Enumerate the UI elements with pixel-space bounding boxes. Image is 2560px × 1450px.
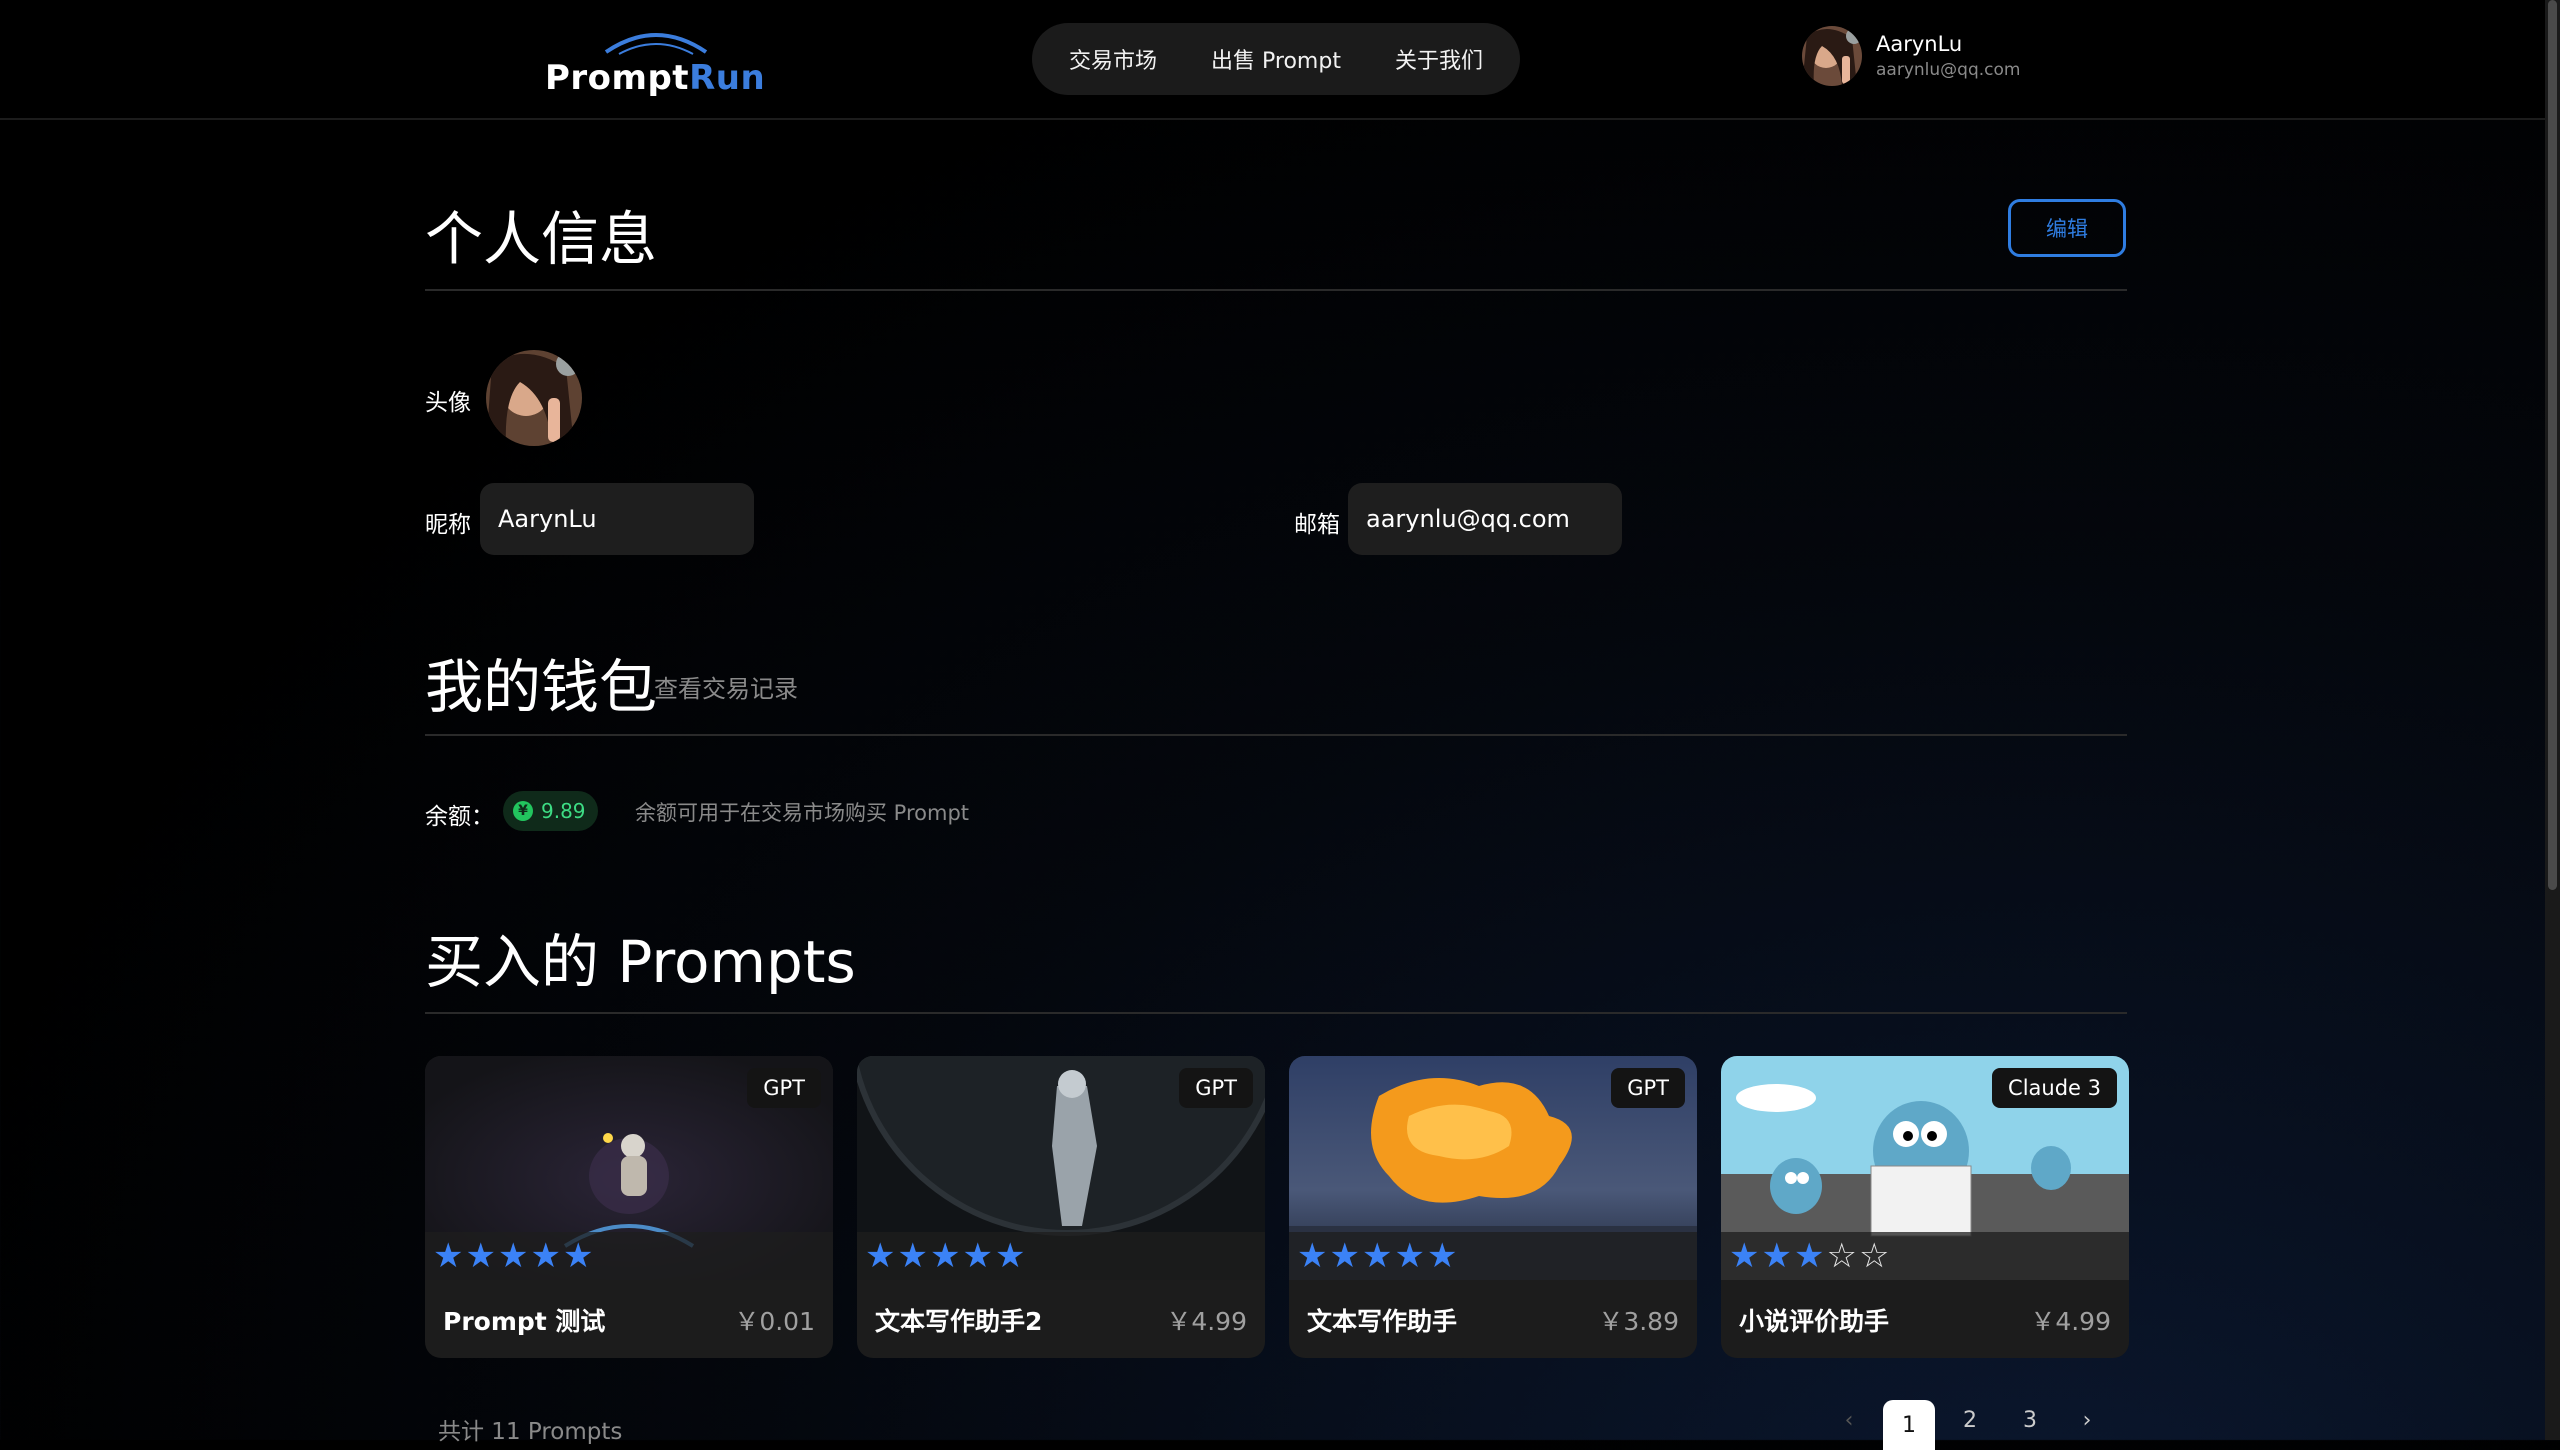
prompt-card[interactable]: GPT ★ ★ ★ ★ ★ Prompt 测试 ￥0.01 xyxy=(425,1056,833,1358)
nav-sell-prompt[interactable]: 出售 Prompt xyxy=(1201,35,1351,83)
nav-about[interactable]: 关于我们 xyxy=(1385,35,1493,83)
user-info: AarynLu aarynlu@qq.com xyxy=(1876,30,2020,82)
balance-label: 余额： xyxy=(425,804,494,830)
star-icon: ★ xyxy=(1426,1236,1458,1276)
model-badge: Claude 3 xyxy=(1992,1068,2117,1108)
rating-stars: ★ ★ ★ ★ ★ xyxy=(857,1232,1265,1280)
rating-stars: ★ ★ ★ ★ ★ xyxy=(425,1232,833,1280)
avatar-label: 头像 xyxy=(425,390,471,416)
email-field[interactable]: aarynlu@qq.com xyxy=(1348,483,1622,555)
logo-arc-icon xyxy=(604,33,708,55)
prompt-card[interactable]: GPT ★ ★ ★ ★ ★ 文本写作助手 ￥3.89 xyxy=(1289,1056,1697,1358)
card-price: ￥3.89 xyxy=(1598,1307,1679,1336)
avatar[interactable] xyxy=(1802,26,1862,86)
star-icon: ★ xyxy=(1729,1236,1760,1276)
transaction-history-link[interactable]: 查看交易记录 xyxy=(654,669,798,704)
profile-divider xyxy=(425,289,2127,291)
star-icon: ★ xyxy=(1761,1236,1792,1276)
rating-stars: ★ ★ ★ ★ ★ xyxy=(1289,1232,1697,1280)
wallet-title: 我的钱包 xyxy=(425,653,658,721)
star-icon: ★ xyxy=(962,1236,993,1276)
star-icon: ★ xyxy=(497,1236,529,1276)
coin-icon: ¥ xyxy=(513,801,533,821)
nav-market[interactable]: 交易市场 xyxy=(1059,35,1167,83)
edit-button[interactable]: 编辑 xyxy=(2008,199,2126,257)
star-empty-icon: ☆ xyxy=(1826,1236,1857,1276)
prompt-card[interactable]: Claude 3 ★ ★ ★ ☆ ☆ 小说评价助手 ￥4.99 xyxy=(1721,1056,2129,1358)
profile-avatar[interactable] xyxy=(486,350,582,446)
balance-badge: ¥ 9.89 xyxy=(503,791,598,831)
scrollbar-thumb[interactable] xyxy=(2548,0,2557,890)
promptrun-logo[interactable]: PromptRun xyxy=(545,26,765,98)
avatar-image xyxy=(1802,26,1862,86)
profile-avatar-image xyxy=(486,350,582,446)
balance-hint: 余额可用于在交易市场购买 Prompt xyxy=(635,801,970,825)
email-label: 邮箱 xyxy=(1294,512,1340,538)
card-title: Prompt 测试 xyxy=(443,1307,606,1336)
star-icon: ★ xyxy=(433,1236,464,1276)
next-chevron-icon[interactable]: › xyxy=(2074,1400,2100,1440)
star-icon: ★ xyxy=(1329,1236,1360,1276)
balance-value: 9.89 xyxy=(541,799,586,823)
prompt-card[interactable]: GPT ★ ★ ★ ★ ★ 文本写作助手2 ￥4.99 xyxy=(857,1056,1265,1358)
card-title: 小说评价助手 xyxy=(1739,1307,1890,1336)
star-icon: ★ xyxy=(1394,1236,1425,1276)
user-email: aarynlu@qq.com xyxy=(1876,60,2021,80)
user-menu[interactable]: AarynLu aarynlu@qq.com xyxy=(1802,24,2020,88)
rating-stars: ★ ★ ★ ☆ ☆ xyxy=(1721,1232,2129,1280)
model-badge: GPT xyxy=(1611,1068,1685,1108)
logo-text-prompt: Prompt xyxy=(545,58,690,98)
star-icon: ★ xyxy=(465,1236,496,1276)
nickname-field[interactable]: AarynLu xyxy=(480,483,754,555)
page-3[interactable]: 3 xyxy=(2012,1400,2048,1440)
page-1[interactable]: 1 xyxy=(1883,1400,1935,1450)
star-empty-icon: ☆ xyxy=(1858,1236,1890,1276)
card-title: 文本写作助手 xyxy=(1307,1307,1458,1336)
star-icon: ★ xyxy=(865,1236,896,1276)
star-icon: ★ xyxy=(530,1236,561,1276)
prev-chevron-icon[interactable]: ‹ xyxy=(1836,1400,1862,1440)
card-price: ￥0.01 xyxy=(734,1307,815,1336)
star-icon: ★ xyxy=(1361,1236,1393,1276)
card-title: 文本写作助手2 xyxy=(875,1307,1043,1336)
prompts-title: 买入的 Prompts xyxy=(425,928,856,996)
model-badge: GPT xyxy=(1179,1068,1253,1108)
model-badge: GPT xyxy=(747,1068,821,1108)
prompts-divider xyxy=(425,1012,2127,1014)
prompts-total: 共计 11 Prompts xyxy=(438,1419,623,1445)
star-icon: ★ xyxy=(897,1236,928,1276)
page-scrollbar[interactable] xyxy=(2545,0,2560,1440)
profile-title: 个人信息 xyxy=(425,205,658,273)
logo-text-run: Run xyxy=(689,58,766,98)
star-icon: ★ xyxy=(1793,1236,1825,1276)
card-price: ￥4.99 xyxy=(2030,1307,2111,1336)
star-icon: ★ xyxy=(994,1236,1026,1276)
star-icon: ★ xyxy=(562,1236,594,1276)
nickname-label: 昵称 xyxy=(425,512,471,538)
wallet-divider xyxy=(425,734,2127,736)
logo-text: PromptRun xyxy=(545,58,765,98)
star-icon: ★ xyxy=(1297,1236,1328,1276)
user-name: AarynLu xyxy=(1876,32,1963,56)
star-icon: ★ xyxy=(929,1236,961,1276)
top-header: PromptRun 交易市场 出售 Prompt 关于我们 AarynLu aa… xyxy=(0,0,2545,120)
main-nav: 交易市场 出售 Prompt 关于我们 xyxy=(1032,23,1520,95)
page-2[interactable]: 2 xyxy=(1952,1400,1988,1440)
card-price: ￥4.99 xyxy=(1166,1307,1247,1336)
